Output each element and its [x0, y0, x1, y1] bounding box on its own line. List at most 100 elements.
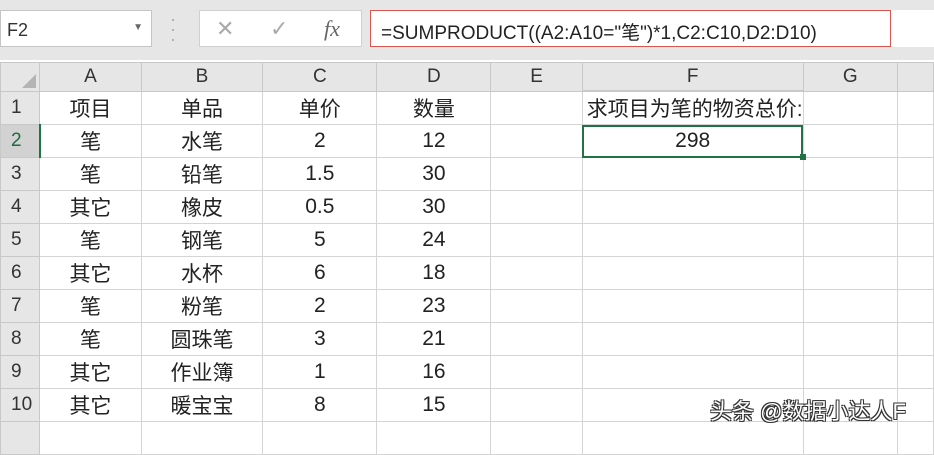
cell-H2[interactable]	[896, 124, 934, 158]
cell-B2[interactable]: 水笔	[140, 124, 264, 158]
cell-D2[interactable]: 12	[376, 124, 492, 158]
cell-E8[interactable]	[490, 322, 583, 356]
column-header-g[interactable]: G	[802, 62, 898, 92]
cell-C4[interactable]: 0.5	[262, 190, 378, 224]
row-header-11[interactable]	[0, 421, 41, 455]
cell-C3[interactable]: 1.5	[262, 157, 378, 191]
cell-E10[interactable]	[490, 388, 583, 422]
row-header-4[interactable]: 4	[0, 190, 41, 224]
cell-B9[interactable]: 作业簿	[140, 355, 264, 389]
cell-C10[interactable]: 8	[262, 388, 378, 422]
cell-B8[interactable]: 圆珠笔	[140, 322, 264, 356]
cell-E3[interactable]	[490, 157, 583, 191]
cell-C11[interactable]	[262, 421, 378, 455]
column-header-d[interactable]: D	[376, 62, 492, 92]
select-all-button[interactable]	[0, 62, 41, 92]
cell-H11[interactable]	[896, 421, 934, 455]
cell-D4[interactable]: 30	[376, 190, 492, 224]
cell-A6[interactable]: 其它	[39, 256, 142, 290]
cell-H3[interactable]	[896, 157, 934, 191]
cancel-icon[interactable]: ✕	[216, 16, 234, 42]
column-header-b[interactable]: B	[140, 62, 264, 92]
cell-D7[interactable]: 23	[376, 289, 492, 323]
cell-B1[interactable]: 单品	[140, 90, 264, 125]
cell-G2[interactable]	[802, 124, 898, 158]
cell-G9[interactable]	[802, 355, 898, 389]
cell-F2[interactable]: 298	[581, 124, 806, 161]
cell-F9[interactable]	[581, 355, 804, 389]
cell-A7[interactable]: 笔	[39, 289, 142, 323]
column-header-e[interactable]: E	[490, 62, 583, 92]
row-header-1[interactable]: 1	[0, 90, 41, 125]
cell-A2[interactable]: 笔	[39, 124, 142, 158]
cell-F5[interactable]	[581, 223, 804, 257]
cell-F7[interactable]	[581, 289, 804, 323]
cell-B11[interactable]	[140, 421, 264, 455]
cell-A11[interactable]	[39, 421, 142, 455]
cell-C5[interactable]: 5	[262, 223, 378, 257]
cell-D9[interactable]: 16	[376, 355, 492, 389]
cell-H4[interactable]	[896, 190, 934, 224]
column-header-c[interactable]: C	[262, 62, 378, 92]
check-icon[interactable]: ✓	[270, 16, 288, 42]
cell-A5[interactable]: 笔	[39, 223, 142, 257]
cell-D11[interactable]	[376, 421, 492, 455]
row-header-6[interactable]: 6	[0, 256, 41, 290]
row-header-9[interactable]: 9	[0, 355, 41, 389]
name-box[interactable]: F2 ▼	[0, 10, 152, 47]
cell-H6[interactable]	[896, 256, 934, 290]
column-header-f[interactable]: F	[581, 62, 804, 92]
row-header-10[interactable]: 10	[0, 388, 41, 422]
column-header-h[interactable]	[896, 62, 934, 92]
cell-C8[interactable]: 3	[262, 322, 378, 356]
fx-icon[interactable]: fx	[324, 16, 340, 42]
row-header-2[interactable]: 2	[0, 124, 41, 158]
formula-input-extension[interactable]	[891, 10, 934, 47]
cell-H8[interactable]	[896, 322, 934, 356]
cell-H5[interactable]	[896, 223, 934, 257]
row-header-7[interactable]: 7	[0, 289, 41, 323]
cell-C7[interactable]: 2	[262, 289, 378, 323]
cell-E6[interactable]	[490, 256, 583, 290]
cell-B6[interactable]: 水杯	[140, 256, 264, 290]
row-header-8[interactable]: 8	[0, 322, 41, 356]
cell-D8[interactable]: 21	[376, 322, 492, 356]
cell-G1[interactable]	[802, 90, 898, 125]
cell-G8[interactable]	[802, 322, 898, 356]
formula-input[interactable]: =SUMPRODUCT((A2:A10="笔")*1,C2:C10,D2:D10…	[370, 10, 891, 47]
cell-B3[interactable]: 铅笔	[140, 157, 264, 191]
cell-A4[interactable]: 其它	[39, 190, 142, 224]
cell-E5[interactable]	[490, 223, 583, 257]
cell-C1[interactable]: 单价	[262, 90, 378, 125]
cell-E11[interactable]	[490, 421, 583, 455]
cell-E1[interactable]	[490, 90, 583, 125]
cell-G3[interactable]	[802, 157, 898, 191]
cell-D10[interactable]: 15	[376, 388, 492, 422]
cell-F11[interactable]	[581, 421, 804, 455]
cell-D6[interactable]: 18	[376, 256, 492, 290]
cell-F6[interactable]	[581, 256, 804, 290]
cell-E9[interactable]	[490, 355, 583, 389]
cell-E2[interactable]	[490, 124, 583, 158]
cell-B4[interactable]: 橡皮	[140, 190, 264, 224]
cell-B10[interactable]: 暖宝宝	[140, 388, 264, 422]
cell-G7[interactable]	[802, 289, 898, 323]
cell-C6[interactable]: 6	[262, 256, 378, 290]
cell-H1[interactable]	[896, 90, 934, 125]
cell-D1[interactable]: 数量	[376, 90, 492, 125]
cell-E4[interactable]	[490, 190, 583, 224]
chevron-down-icon[interactable]: ▼	[133, 22, 143, 33]
cell-C2[interactable]: 2	[262, 124, 378, 158]
cell-F1[interactable]: 求项目为笔的物资总价:	[581, 90, 804, 125]
cell-G6[interactable]	[802, 256, 898, 290]
cell-B7[interactable]: 粉笔	[140, 289, 264, 323]
cell-A3[interactable]: 笔	[39, 157, 142, 191]
cell-F4[interactable]	[581, 190, 804, 224]
row-header-3[interactable]: 3	[0, 157, 41, 191]
cell-D3[interactable]: 30	[376, 157, 492, 191]
cell-G5[interactable]	[802, 223, 898, 257]
row-header-5[interactable]: 5	[0, 223, 41, 257]
cell-D5[interactable]: 24	[376, 223, 492, 257]
cell-A9[interactable]: 其它	[39, 355, 142, 389]
cell-A8[interactable]: 笔	[39, 322, 142, 356]
